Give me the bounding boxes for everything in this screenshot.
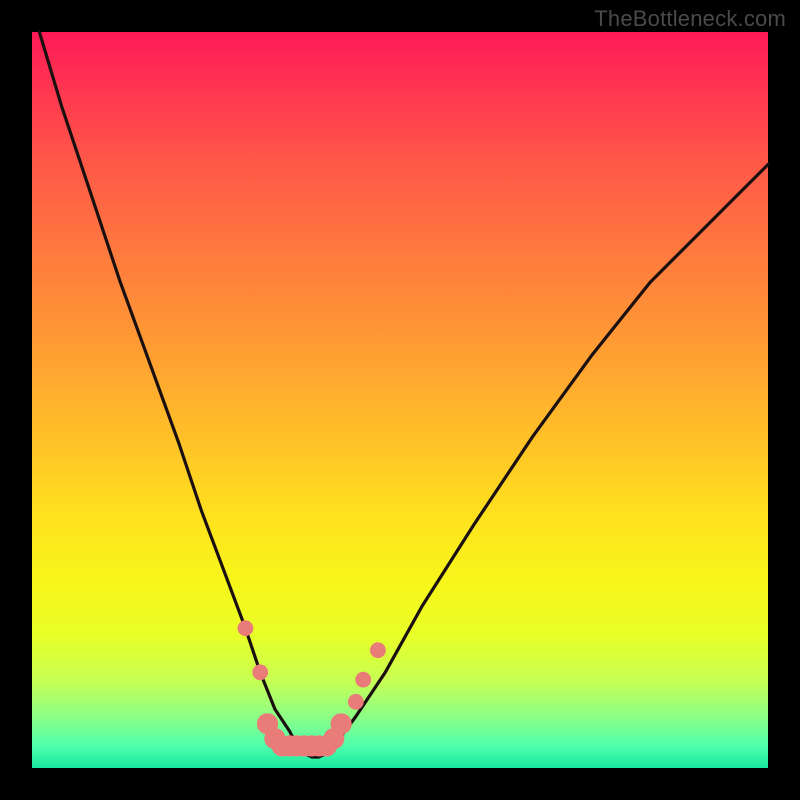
curve-marker — [252, 664, 268, 680]
curve-marker — [348, 694, 364, 710]
bottleneck-curve — [39, 32, 768, 757]
curve-marker — [355, 672, 371, 688]
curve-marker — [370, 642, 386, 658]
attribution-text: TheBottleneck.com — [594, 6, 786, 32]
outer-frame: TheBottleneck.com — [0, 0, 800, 800]
chart-overlay — [32, 32, 768, 768]
curve-markers — [238, 620, 386, 756]
curve-marker — [238, 620, 254, 636]
curve-marker — [331, 713, 352, 734]
